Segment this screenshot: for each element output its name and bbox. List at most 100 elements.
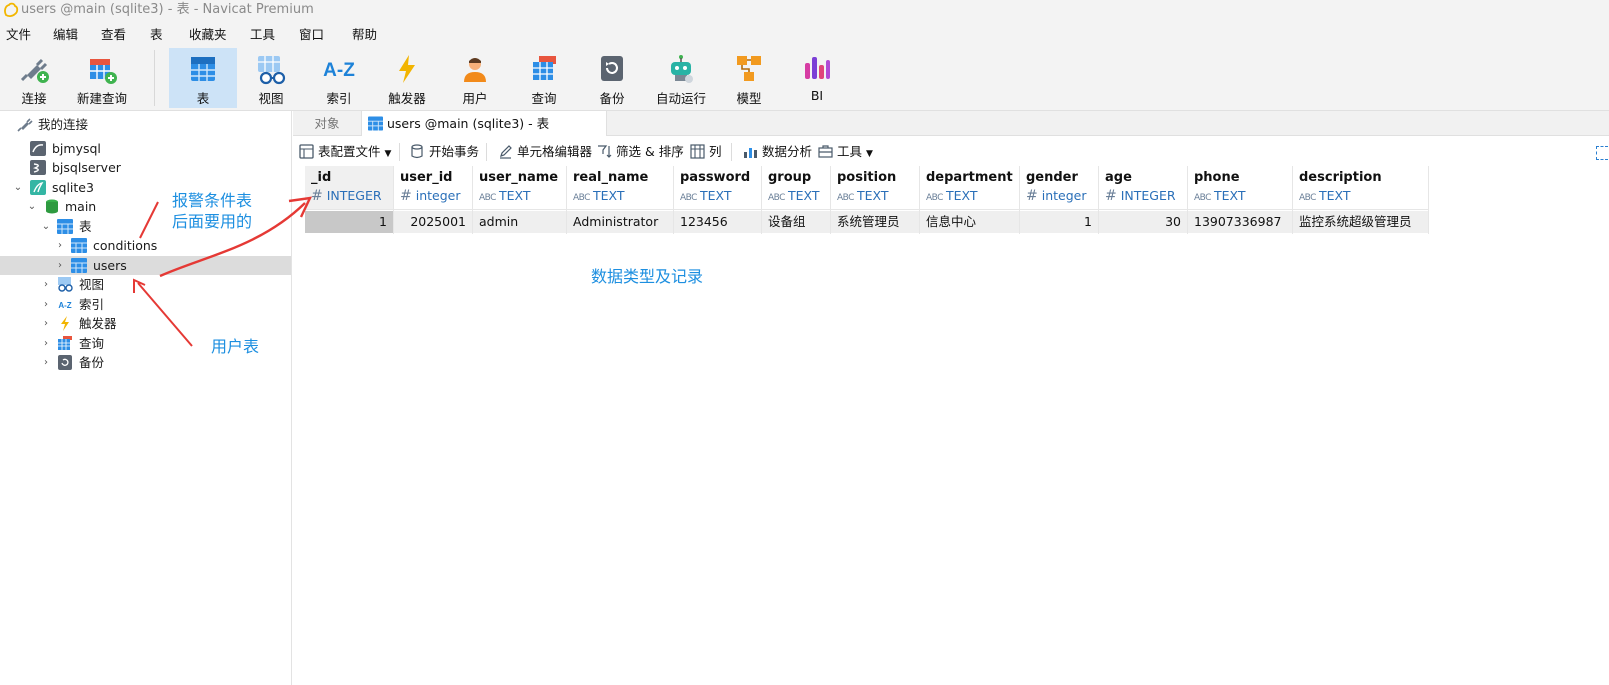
menu-favorites[interactable]: 收藏夹 bbox=[189, 24, 227, 43]
column-header[interactable]: password ABC TEXT bbox=[674, 166, 761, 210]
toolbar-table-button[interactable]: 表 bbox=[169, 48, 237, 108]
chevron-right-icon[interactable]: › bbox=[54, 256, 66, 275]
column-name: position bbox=[837, 170, 897, 185]
tree-label: sqlite3 bbox=[52, 180, 94, 195]
column-header[interactable]: department ABC TEXT bbox=[920, 166, 1019, 210]
tree-group-views[interactable]: › 视图 bbox=[0, 275, 291, 294]
column-type-label: TEXT bbox=[787, 188, 820, 203]
data-analysis-button[interactable]: 数据分析 bbox=[743, 143, 812, 161]
toolbar-backup-button[interactable]: 备份 bbox=[578, 48, 646, 108]
integer-type-icon: # bbox=[400, 188, 412, 204]
menu-help[interactable]: 帮助 bbox=[352, 24, 377, 43]
toolbar-view-button[interactable]: 视图 bbox=[237, 48, 305, 108]
grid-cell[interactable]: admin bbox=[473, 211, 566, 233]
toolbar-label: BI bbox=[810, 88, 824, 103]
cell-editor-button[interactable]: 单元格编辑器 bbox=[498, 143, 592, 161]
column-type-label: integer bbox=[1041, 188, 1087, 203]
menu-edit[interactable]: 编辑 bbox=[53, 24, 78, 43]
toolbar-automation-button[interactable]: 自动运行 bbox=[647, 48, 715, 108]
tree-label: 索引 bbox=[79, 297, 105, 312]
sqlserver-connection-icon bbox=[30, 160, 46, 175]
tree-group-triggers[interactable]: › 触发器 bbox=[0, 314, 291, 333]
trigger-bolt-icon bbox=[399, 55, 415, 83]
columns-button[interactable]: 列 bbox=[690, 143, 722, 161]
tree-root-my-connections[interactable]: 我的连接 bbox=[0, 115, 291, 134]
toolbar-trigger-button[interactable]: 触发器 bbox=[373, 48, 441, 108]
grid-cell[interactable]: 30 bbox=[1099, 211, 1187, 233]
expand-panel-icon[interactable] bbox=[1596, 146, 1608, 160]
toolbar-label: 模型 bbox=[736, 91, 762, 106]
column-name: description bbox=[1299, 170, 1382, 185]
menu-bar: 文件 编辑 查看 表 收藏夹 工具 窗口 帮助 bbox=[0, 20, 1609, 45]
tree-connection-bjsqlserver[interactable]: bjsqlserver bbox=[0, 158, 291, 177]
grid-cell[interactable]: 1 bbox=[1020, 211, 1098, 233]
chevron-down-icon[interactable]: ⌄ bbox=[26, 197, 38, 216]
index-az-icon: A-Z bbox=[58, 301, 71, 310]
grid-cell[interactable]: Administrator bbox=[567, 211, 673, 233]
grid-cell[interactable]: 信息中心 bbox=[920, 211, 1019, 233]
text-type-icon: ABC bbox=[926, 193, 943, 203]
annotation-grid-note: 数据类型及记录 bbox=[591, 267, 704, 286]
grid-cell[interactable]: 系统管理员 bbox=[831, 211, 919, 233]
toolbar-label: 自动运行 bbox=[655, 91, 706, 106]
toolbar-model-button[interactable]: 模型 bbox=[715, 48, 783, 108]
text-type-icon: ABC bbox=[1194, 193, 1211, 203]
column-header[interactable]: position ABC TEXT bbox=[831, 166, 919, 210]
toolbar-connection-button[interactable]: 连接 bbox=[0, 48, 68, 108]
chevron-down-icon[interactable]: ⌄ bbox=[40, 217, 52, 236]
column-header[interactable]: _id # INTEGER bbox=[305, 166, 393, 210]
menu-view[interactable]: 查看 bbox=[101, 24, 126, 43]
menu-window[interactable]: 窗口 bbox=[299, 24, 324, 43]
table-config-button[interactable]: 表配置文件 ▼ bbox=[299, 143, 391, 161]
data-analysis-icon bbox=[744, 148, 757, 158]
column-header[interactable]: user_id # integer bbox=[394, 166, 472, 210]
toolbar-query-button[interactable]: 查询 bbox=[510, 48, 578, 108]
chevron-right-icon[interactable]: › bbox=[40, 314, 52, 333]
text-type-icon: ABC bbox=[1299, 193, 1316, 203]
menu-file[interactable]: 文件 bbox=[6, 24, 31, 43]
column-header[interactable]: phone ABC TEXT bbox=[1188, 166, 1292, 210]
tab-users-table[interactable]: users @main (sqlite3) - 表 bbox=[361, 111, 607, 136]
toolbar-separator bbox=[731, 143, 732, 161]
chevron-down-icon[interactable]: ⌄ bbox=[12, 178, 24, 197]
column-header[interactable]: user_name ABC TEXT bbox=[473, 166, 566, 210]
column-header[interactable]: gender # integer bbox=[1020, 166, 1098, 210]
column-header[interactable]: group ABC TEXT bbox=[762, 166, 830, 210]
grid-cell[interactable]: 1 bbox=[305, 211, 393, 233]
chevron-right-icon[interactable]: › bbox=[40, 334, 52, 353]
table-icon bbox=[71, 258, 87, 273]
grid-cell[interactable]: 2025001 bbox=[394, 211, 472, 233]
tree-table-users[interactable]: › users bbox=[0, 256, 291, 275]
transaction-icon bbox=[411, 144, 423, 159]
grid-cell[interactable]: 设备组 bbox=[762, 211, 830, 233]
trigger-bolt-icon bbox=[61, 316, 69, 331]
toolbar-bi-button[interactable]: BI bbox=[783, 48, 851, 108]
grid-cell[interactable]: 监控系统超级管理员 bbox=[1293, 211, 1428, 233]
grid-cell[interactable]: 13907336987 bbox=[1188, 211, 1292, 233]
column-header[interactable]: description ABC TEXT bbox=[1293, 166, 1428, 210]
chevron-right-icon[interactable]: › bbox=[40, 275, 52, 294]
main-toolbar: 连接 新建查询 表 视图 A-Z 索引 触发器 用户 查询 备份 自动运行 模型… bbox=[0, 45, 1609, 111]
toolbar-user-button[interactable]: 用户 bbox=[441, 48, 509, 108]
begin-transaction-button[interactable]: 开始事务 bbox=[410, 143, 479, 161]
button-label: 工具 bbox=[837, 144, 863, 159]
chevron-right-icon[interactable]: › bbox=[54, 236, 66, 255]
column-header[interactable]: age # INTEGER bbox=[1099, 166, 1187, 210]
filter-sort-button[interactable]: 筛选 & 排序 bbox=[597, 143, 684, 161]
chevron-right-icon[interactable]: › bbox=[40, 295, 52, 314]
chevron-right-icon[interactable]: › bbox=[40, 353, 52, 372]
menu-table[interactable]: 表 bbox=[150, 24, 163, 43]
tab-label: users @main (sqlite3) - 表 bbox=[387, 116, 550, 131]
integer-type-icon: # bbox=[1026, 188, 1038, 204]
tree-table-conditions[interactable]: › conditions bbox=[0, 236, 291, 255]
grid-cell[interactable]: 123456 bbox=[674, 211, 761, 233]
robot-icon bbox=[671, 55, 693, 83]
toolbar-index-button[interactable]: A-Z 索引 bbox=[305, 48, 373, 108]
tab-objects[interactable]: 对象 bbox=[293, 111, 361, 136]
column-header[interactable]: real_name ABC TEXT bbox=[567, 166, 673, 210]
tree-connection-bjmysql[interactable]: bjmysql bbox=[0, 139, 291, 158]
tools-button[interactable]: 工具 ▼ bbox=[818, 143, 873, 161]
menu-tools[interactable]: 工具 bbox=[250, 24, 275, 43]
tree-group-indexes[interactable]: › A-Z 索引 bbox=[0, 295, 291, 314]
toolbar-new-query-button[interactable]: 新建查询 bbox=[68, 48, 136, 108]
